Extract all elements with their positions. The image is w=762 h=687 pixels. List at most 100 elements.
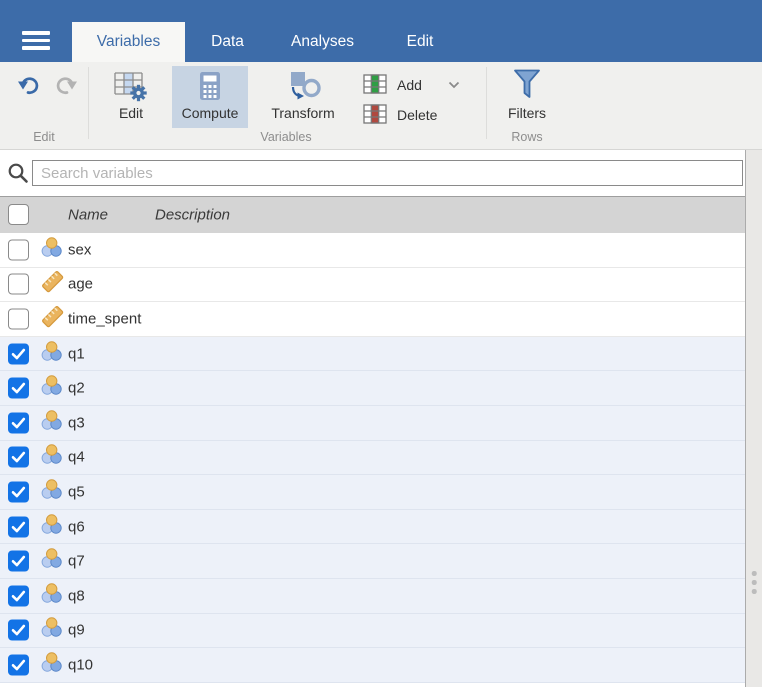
- variable-name: q3: [68, 414, 85, 432]
- title-bar: Variables Data Analyses Edit: [0, 0, 762, 62]
- splitter-grip-icon[interactable]: [751, 571, 757, 598]
- transform-icon: [284, 66, 322, 102]
- nominal-icon: [41, 237, 63, 263]
- variable-name: age: [68, 275, 94, 293]
- nominal-icon: [41, 617, 63, 643]
- search-bar: [0, 150, 745, 196]
- row-checkbox[interactable]: [8, 239, 29, 261]
- variable-name: sex: [68, 241, 92, 259]
- variable-name: q10: [68, 656, 94, 674]
- row-checkbox[interactable]: [8, 446, 29, 468]
- tab-data[interactable]: Data: [185, 22, 270, 62]
- row-checkbox[interactable]: [8, 654, 29, 676]
- nominal-icon: [41, 583, 63, 609]
- variable-row[interactable]: q10: [0, 648, 745, 683]
- toolbar: Edit Edit Compute Transform Variables Ad…: [0, 62, 762, 150]
- ribbon-tabs: Variables Data Analyses Edit: [72, 22, 465, 62]
- row-checkbox[interactable]: [8, 308, 29, 330]
- variable-row[interactable]: q6: [0, 509, 745, 545]
- variables-panel: Name Description sex age time_spent q1 q…: [0, 196, 745, 687]
- tab-edit[interactable]: Edit: [375, 22, 465, 62]
- delete-button-label: Delete: [397, 107, 438, 123]
- row-checkbox[interactable]: [8, 377, 29, 399]
- select-all-checkbox[interactable]: [8, 204, 29, 225]
- row-checkbox[interactable]: [8, 412, 29, 434]
- variable-row[interactable]: q3: [0, 405, 745, 441]
- row-checkbox[interactable]: [8, 481, 29, 503]
- variable-row[interactable]: q8: [0, 578, 745, 614]
- edit-group-label: Edit: [33, 130, 55, 144]
- filter-funnel-icon: [512, 66, 542, 102]
- row-checkbox[interactable]: [8, 585, 29, 607]
- search-icon: [7, 162, 29, 189]
- variable-name: q4: [68, 448, 85, 466]
- filters-button[interactable]: Filters: [496, 66, 558, 121]
- compute-button-label: Compute: [181, 105, 239, 121]
- compute-variable-button[interactable]: Compute: [172, 66, 248, 128]
- row-checkbox[interactable]: [8, 343, 29, 365]
- nominal-icon: [41, 652, 63, 678]
- row-checkbox[interactable]: [8, 273, 29, 295]
- nominal-icon: [41, 340, 63, 367]
- search-variables-input[interactable]: [32, 160, 743, 186]
- row-checkbox[interactable]: [8, 550, 29, 572]
- variable-name: q9: [68, 621, 85, 639]
- variable-row[interactable]: q5: [0, 475, 745, 510]
- variable-row[interactable]: time_spent: [0, 302, 745, 337]
- variable-name: q7: [68, 552, 85, 570]
- variable-row[interactable]: sex: [0, 233, 745, 268]
- variable-row[interactable]: q4: [0, 440, 745, 476]
- undo-button[interactable]: [16, 77, 42, 99]
- checkmark-icon: [11, 486, 26, 498]
- tab-analyses[interactable]: Analyses: [270, 22, 375, 62]
- nominal-icon: [41, 513, 63, 540]
- checkmark-icon: [11, 625, 26, 636]
- toolbar-divider: [486, 67, 487, 139]
- variable-name: q6: [68, 518, 85, 536]
- row-checkbox[interactable]: [8, 619, 29, 641]
- panel-splitter[interactable]: [745, 150, 762, 687]
- variable-name: q1: [68, 345, 85, 363]
- variable-row[interactable]: age: [0, 267, 745, 303]
- variable-row[interactable]: q9: [0, 613, 745, 649]
- table-header-row: Name Description: [0, 196, 745, 233]
- edit-button-label: Edit: [118, 105, 144, 121]
- column-header-description: Description: [155, 206, 231, 224]
- column-header-name: Name: [68, 206, 109, 224]
- continuous-icon: [41, 270, 64, 298]
- undo-icon: [17, 75, 42, 101]
- delete-variable-button[interactable]: Delete: [363, 100, 471, 130]
- filters-button-label: Filters: [507, 105, 547, 121]
- tab-variables[interactable]: Variables: [72, 22, 185, 62]
- nominal-icon: [41, 444, 63, 470]
- add-button-label: Add: [397, 77, 422, 93]
- variable-row[interactable]: q2: [0, 371, 745, 406]
- transform-button-label: Transform: [271, 105, 335, 121]
- nominal-icon: [41, 479, 63, 505]
- checkmark-icon: [11, 382, 26, 394]
- redo-button[interactable]: [52, 77, 78, 99]
- chevron-down-icon[interactable]: [448, 81, 460, 89]
- variable-name: q8: [68, 587, 85, 605]
- add-variable-button[interactable]: Add: [363, 70, 471, 100]
- variable-list: sex age time_spent q1 q2 q3 q4 q5 q6 q7 …: [0, 233, 745, 683]
- checkmark-icon: [11, 417, 26, 429]
- nominal-icon: [41, 410, 63, 436]
- transform-variable-button[interactable]: Transform: [256, 66, 350, 121]
- toolbar-divider: [88, 67, 89, 139]
- variable-row[interactable]: q7: [0, 544, 745, 579]
- checkmark-icon: [11, 659, 26, 671]
- variable-name: time_spent: [68, 310, 142, 328]
- calculator-icon: [198, 66, 222, 102]
- checkmark-icon: [11, 348, 26, 359]
- variable-row[interactable]: q1: [0, 336, 745, 372]
- edit-grid-gear-icon: [114, 66, 148, 102]
- row-checkbox[interactable]: [8, 516, 29, 538]
- add-table-icon: [363, 73, 387, 97]
- nominal-icon: [41, 548, 63, 574]
- checkmark-icon: [11, 521, 26, 532]
- hamburger-menu-icon[interactable]: [22, 31, 50, 54]
- checkmark-icon: [11, 555, 26, 567]
- checkmark-icon: [11, 452, 26, 463]
- edit-variable-button[interactable]: Edit: [98, 66, 164, 121]
